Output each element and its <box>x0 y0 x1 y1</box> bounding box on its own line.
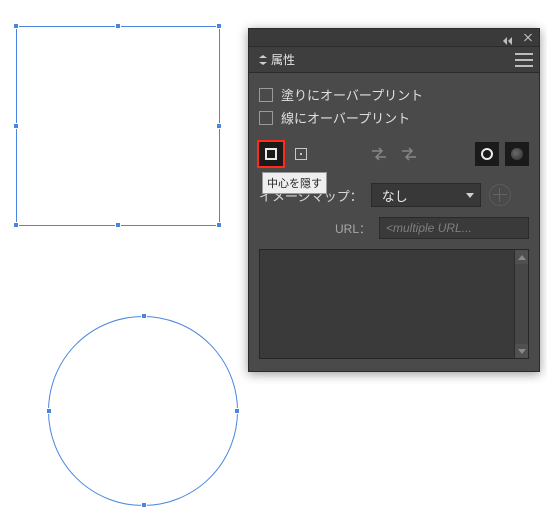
panel-body: 塗りにオーバープリント 線にオーバープリント <box>249 73 539 371</box>
circle-solid-icon <box>511 148 523 160</box>
scroll-down-button[interactable] <box>515 344 528 358</box>
attributes-panel: 属性 塗りにオーバープリント 線にオーバープリント <box>248 28 540 372</box>
show-center-button[interactable] <box>289 142 313 166</box>
url-label: URL： <box>335 220 371 237</box>
selection-handle[interactable] <box>13 123 19 129</box>
anchor-point[interactable] <box>234 408 240 414</box>
scroll-thumb[interactable] <box>515 264 528 344</box>
selection-handle[interactable] <box>115 222 121 228</box>
panel-topbar <box>249 29 539 47</box>
flyout-menu-icon[interactable] <box>515 53 533 67</box>
url-placeholder: <multiple URL... <box>386 221 472 235</box>
selection-handle[interactable] <box>13 23 19 29</box>
overprint-fill-checkbox[interactable] <box>259 88 273 102</box>
square-icon <box>265 148 277 160</box>
circle-open-icon <box>481 148 493 160</box>
overprint-stroke-row: 線にオーバープリント <box>259 108 529 127</box>
imagemap-value: なし <box>382 186 408 205</box>
arrows-icon <box>371 147 387 161</box>
overprint-stroke-checkbox[interactable] <box>259 111 273 125</box>
chevron-down-icon <box>466 193 474 198</box>
selection-handle[interactable] <box>216 23 222 29</box>
selection-handle[interactable] <box>13 222 19 228</box>
anchor-point[interactable] <box>141 502 147 508</box>
icon-button-row <box>259 141 529 167</box>
tooltip-hide-center: 中心を隠す <box>262 172 327 194</box>
selection-handle[interactable] <box>216 222 222 228</box>
reverse-path-off-button[interactable] <box>367 142 391 166</box>
hide-center-button[interactable] <box>259 142 283 166</box>
overprint-fill-row: 塗りにオーバープリント <box>259 85 529 104</box>
reverse-path-on-button[interactable] <box>397 142 421 166</box>
overprint-stroke-label: 線にオーバープリント <box>281 108 410 127</box>
browser-icon[interactable] <box>489 184 511 206</box>
url-row: URL： <multiple URL... <box>259 217 529 239</box>
nonzero-winding-button[interactable] <box>475 142 499 166</box>
overprint-fill-label: 塗りにオーバープリント <box>281 85 423 104</box>
tab-attributes[interactable]: 属性 <box>259 51 295 68</box>
panel-tabbar: 属性 <box>249 47 539 73</box>
tab-label: 属性 <box>271 51 295 68</box>
even-odd-button[interactable] <box>505 142 529 166</box>
anchor-point[interactable] <box>46 408 52 414</box>
selection-handle[interactable] <box>216 123 222 129</box>
scrollbar[interactable] <box>514 250 528 358</box>
description-textarea[interactable] <box>259 249 529 359</box>
anchor-point[interactable] <box>141 313 147 319</box>
collapse-icon[interactable] <box>503 34 513 42</box>
arrows-icon <box>401 147 417 161</box>
selection-handle[interactable] <box>115 23 121 29</box>
square-dot-icon <box>295 148 307 160</box>
selected-rectangle[interactable] <box>16 26 220 226</box>
url-field[interactable]: <multiple URL... <box>379 217 529 239</box>
tab-expand-icon <box>259 55 267 65</box>
scroll-up-button[interactable] <box>515 250 528 264</box>
selected-ellipse[interactable] <box>48 316 238 506</box>
close-icon[interactable] <box>523 33 533 43</box>
imagemap-select[interactable]: なし <box>371 183 481 207</box>
